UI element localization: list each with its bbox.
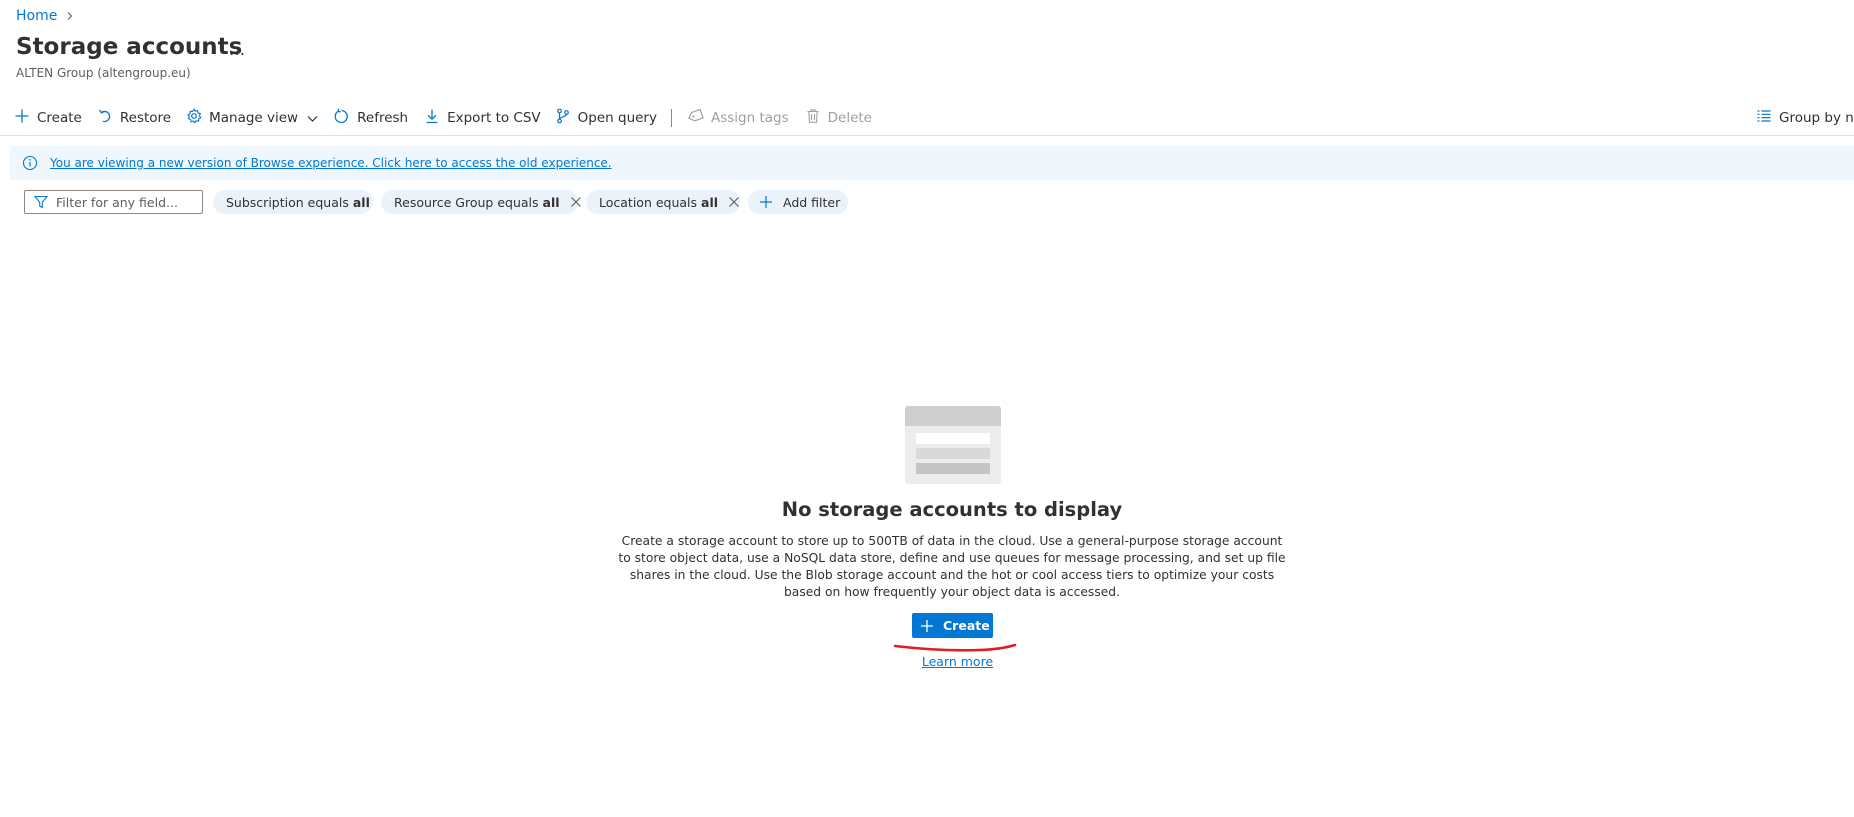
command-bar: Create Restore Manage view Refresh Expor… [14,106,1854,130]
plus-icon [759,195,773,209]
plus-icon [14,108,30,128]
group-by-label: Group by no [1779,110,1854,126]
empty-state-title: No storage accounts to display [781,498,1123,521]
resource-group-filter-label: Resource Group equals all [394,194,560,210]
empty-list-illustration [905,406,1001,484]
info-icon [22,155,38,171]
restore-label: Restore [119,110,172,126]
filter-input[interactable] [56,194,186,210]
add-filter-button[interactable]: Add filter [748,190,848,214]
breadcrumb-home-link[interactable]: Home [16,8,57,24]
restore-button[interactable]: Restore [97,106,171,130]
toolbar-divider [670,109,672,127]
export-csv-button[interactable]: Export to CSV [424,106,541,130]
assign-tags-label: Assign tags [710,110,789,126]
filter-icon [34,195,48,209]
list-icon [1756,108,1772,128]
more-options-button[interactable]: … [226,38,248,60]
page-title: Storage accounts [16,34,243,60]
download-icon [424,108,440,128]
close-icon[interactable] [728,196,740,208]
filter-search-box[interactable] [24,190,203,214]
export-csv-label: Export to CSV [447,110,541,126]
add-filter-label: Add filter [783,194,841,210]
chevron-right-icon [65,11,75,21]
tag-icon [687,108,704,128]
learn-more-link[interactable]: Learn more [900,654,1015,669]
delete-button[interactable]: Delete [805,106,872,130]
refresh-button[interactable]: Refresh [333,106,408,130]
group-by-dropdown[interactable]: Group by no [1756,106,1854,130]
create-toolbar-label: Create [37,110,82,126]
location-filter-pill[interactable]: Location equals all [586,190,740,214]
open-query-button[interactable]: Open query [555,106,657,130]
undo-icon [97,108,113,128]
location-filter-label: Location equals all [599,194,719,210]
page-subtitle: ALTEN Group (altengroup.eu) [16,66,191,80]
close-icon[interactable] [570,196,582,208]
create-button-label: Create [943,618,990,633]
breadcrumb: Home [16,6,75,26]
resource-group-filter-pill[interactable]: Resource Group equals all [381,190,581,214]
refresh-icon [333,108,350,129]
toolbar-divider-line [0,135,1854,136]
subscription-filter-pill[interactable]: Subscription equals all [213,190,373,214]
refresh-label: Refresh [357,110,409,126]
delete-label: Delete [827,110,872,126]
trash-icon [805,108,821,128]
open-query-label: Open query [577,110,657,126]
chevron-down-icon [306,112,319,125]
info-banner: You are viewing a new version of Browse … [10,146,1854,180]
create-storage-account-button[interactable]: Create [912,613,993,638]
assign-tags-button[interactable]: Assign tags [687,106,789,130]
empty-state-description: Create a storage account to store up to … [618,534,1286,599]
manage-view-label: Manage view [209,110,299,126]
gear-icon [186,108,202,128]
subscription-filter-label: Subscription equals all [226,194,370,210]
old-experience-link[interactable]: You are viewing a new version of Browse … [50,156,612,170]
manage-view-dropdown[interactable]: Manage view [186,106,319,130]
query-branch-icon [555,108,571,128]
create-toolbar-button[interactable]: Create [14,106,82,130]
plus-icon [920,619,934,633]
